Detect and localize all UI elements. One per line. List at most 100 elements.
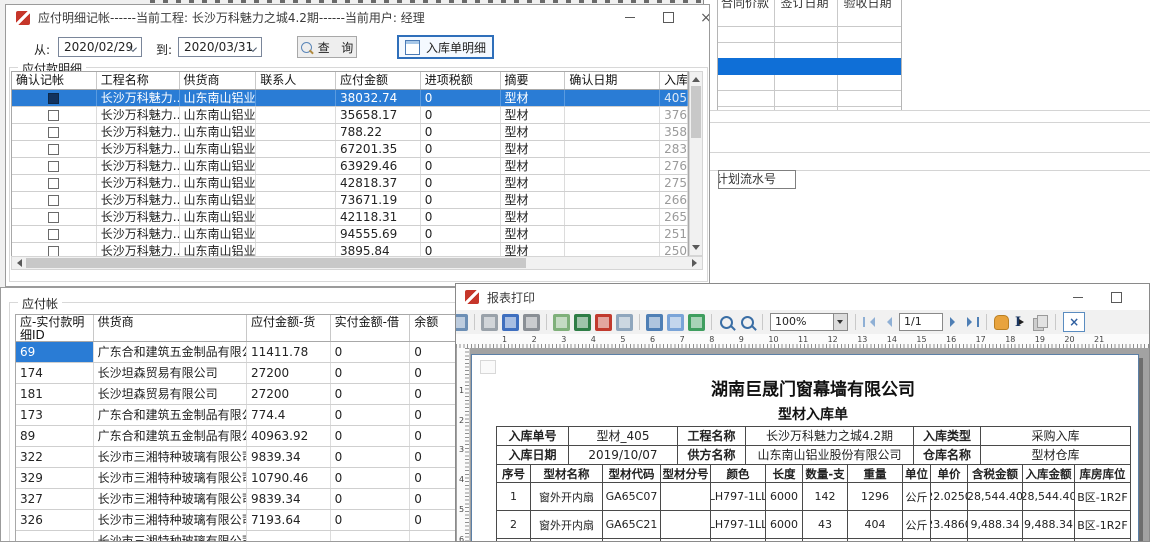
account-grid-row[interactable]: 327长沙市三湘特种玻璃有限公司9839.3400: [16, 489, 457, 510]
confirm-checkbox[interactable]: [48, 127, 59, 138]
tools-icon[interactable]: [523, 314, 540, 331]
to-date-combobox[interactable]: 2020/03/31: [178, 37, 262, 57]
copy-page-icon[interactable]: [1033, 315, 1048, 330]
scroll-down-icon[interactable]: [692, 245, 700, 254]
minimize-button[interactable]: [1060, 285, 1096, 310]
account-grid-row[interactable]: 181长沙坦森贸易有限公司2720000: [16, 384, 457, 405]
grid-cell: 0: [410, 384, 457, 404]
account-grid-row[interactable]: 89广东合和建筑五金制品有限公司40963.9200: [16, 426, 457, 447]
next-page-button[interactable]: [948, 316, 962, 328]
account-grid-row[interactable]: 322长沙市三湘特种玻璃有限公司9839.3400: [16, 447, 457, 468]
payable-grid-row[interactable]: 长沙万科魅力...山东南山铝业...94555.690型材251: [12, 226, 688, 243]
background-grid[interactable]: [717, 0, 902, 110]
pdf-export-icon[interactable]: [595, 314, 612, 331]
grid-header-cell[interactable]: 供货商: [94, 315, 247, 341]
background-grid-row[interactable]: [718, 58, 901, 75]
confirm-checkbox[interactable]: [48, 229, 59, 240]
first-page-button[interactable]: [862, 316, 876, 328]
confirm-checkbox[interactable]: [48, 161, 59, 172]
background-grid-row[interactable]: [718, 26, 901, 43]
printer-icon[interactable]: [481, 314, 498, 331]
grid-header-cell[interactable]: 余额: [410, 315, 457, 341]
plan-serial-field[interactable]: 计划流水号: [718, 170, 796, 189]
payable-grid-row[interactable]: 长沙万科魅力...山东南山铝业...63929.460型材276: [12, 158, 688, 175]
vertical-scrollbar[interactable]: [689, 71, 703, 256]
account-grid-row[interactable]: 长沙市三湘特种玻璃有限公司: [16, 531, 457, 542]
image-export-icon[interactable]: [553, 314, 570, 331]
grid-header-cell[interactable]: 进项税额: [421, 72, 501, 89]
query-button[interactable]: 查 询: [297, 36, 357, 58]
maximize-button[interactable]: [1098, 285, 1134, 310]
close-button[interactable]: ×: [1138, 285, 1150, 310]
zoom-in-icon[interactable]: [720, 316, 733, 329]
horizontal-scrollbar[interactable]: [11, 256, 703, 270]
report-window-titlebar[interactable]: 报表打印: [456, 284, 1149, 310]
payable-grid-row[interactable]: 长沙万科魅力...山东南山铝业...38032.740型材405: [12, 90, 688, 107]
grid-header-cell[interactable]: 入库: [660, 72, 688, 89]
grid-header-cell[interactable]: 供货商: [180, 72, 257, 89]
scrollbar-thumb[interactable]: [691, 86, 701, 138]
payable-grid-row[interactable]: 长沙万科魅力...山东南山铝业...42118.310型材265: [12, 209, 688, 226]
grid-header-cell[interactable]: 工程名称: [97, 72, 180, 89]
background-grid-row[interactable]: [718, 10, 901, 27]
confirm-checkbox[interactable]: [48, 144, 59, 155]
payable-grid-row[interactable]: 长沙万科魅力...山东南山铝业...35658.170型材376: [12, 107, 688, 124]
table-export-icon[interactable]: [688, 314, 705, 331]
from-date-combobox[interactable]: 2020/02/29: [58, 37, 142, 57]
account-grid-header: 应-实付款明细ID供货商应付金额-货实付金额-借余额: [15, 314, 457, 342]
dropdown-arrow-icon[interactable]: [833, 314, 847, 330]
grid-header-cell[interactable]: 联系人: [256, 72, 336, 89]
prev-page-button[interactable]: [880, 316, 894, 328]
scroll-right-icon[interactable]: [692, 259, 701, 267]
account-grid-row[interactable]: 173广东合和建筑五金制品有限公司774.400: [16, 405, 457, 426]
print-setup-icon[interactable]: [646, 314, 663, 331]
account-grid-row[interactable]: 326长沙市三湘特种玻璃有限公司7193.6400: [16, 510, 457, 531]
scroll-left-icon[interactable]: [13, 259, 22, 267]
confirm-checkbox[interactable]: [48, 93, 59, 104]
payable-grid-row[interactable]: 长沙万科魅力...山东南山铝业...73671.190型材266: [12, 192, 688, 209]
grid-header-cell[interactable]: 应付金额: [336, 72, 421, 89]
background-grid-row[interactable]: [718, 90, 901, 107]
scrollbar-thumb[interactable]: [26, 258, 526, 268]
report-cell: 6000: [766, 483, 803, 511]
payable-grid-row[interactable]: 长沙万科魅力...山东南山铝业...67201.350型材283: [12, 141, 688, 158]
minimize-button[interactable]: [612, 5, 648, 30]
close-preview-button[interactable]: ×: [1063, 312, 1085, 332]
account-grid-row[interactable]: 69广东合和建筑五金制品有限公司11411.7800: [16, 342, 457, 363]
confirm-checkbox[interactable]: [48, 212, 59, 223]
background-grid-row[interactable]: [718, 42, 901, 59]
confirm-checkbox[interactable]: [48, 110, 59, 121]
payable-grid-row[interactable]: 长沙万科魅力...山东南山铝业...3895.840型材250: [12, 243, 688, 256]
background-grid-row[interactable]: [718, 74, 901, 91]
preview-window-icon[interactable]: [455, 314, 468, 331]
payable-window-titlebar[interactable]: 应付明细记帐------当前工程: 长沙万科魅力之城4.2期------当前用户…: [6, 5, 709, 30]
close-button[interactable]: ×: [688, 5, 710, 30]
account-grid-row[interactable]: 174长沙坦森贸易有限公司2720000: [16, 363, 457, 384]
text-select-icon[interactable]: I: [1015, 315, 1027, 330]
receipt-detail-button[interactable]: 入库单明细: [397, 35, 494, 59]
hand-tool-icon[interactable]: [994, 315, 1009, 330]
grid-header-cell[interactable]: 应付金额-货: [247, 315, 331, 341]
page-number-box[interactable]: 1/1: [899, 313, 943, 331]
last-page-button[interactable]: [966, 316, 980, 328]
grid-header-cell[interactable]: 应-实付款明细ID: [16, 315, 94, 341]
payable-grid-row[interactable]: 长沙万科魅力...山东南山铝业...42818.370型材275: [12, 175, 688, 192]
payable-grid-row[interactable]: 长沙万科魅力...山东南山铝业...788.220型材358: [12, 124, 688, 141]
grid-header-cell[interactable]: 摘要: [501, 72, 566, 89]
account-grid-row[interactable]: 329长沙市三湘特种玻璃有限公司10790.4600: [16, 468, 457, 489]
confirm-checkbox[interactable]: [48, 195, 59, 206]
zoom-combobox[interactable]: 100%: [770, 313, 848, 331]
book-icon[interactable]: [502, 314, 519, 331]
mail-export-icon[interactable]: [616, 314, 633, 331]
zoom-out-icon[interactable]: [741, 316, 754, 329]
confirm-checkbox[interactable]: [48, 178, 59, 189]
grid-header-cell[interactable]: 实付金额-借: [331, 315, 411, 341]
confirm-checkbox[interactable]: [48, 246, 59, 257]
grid-header-cell[interactable]: 确认记帐: [12, 72, 97, 89]
maximize-button[interactable]: [650, 5, 686, 30]
document-icon[interactable]: [667, 314, 684, 331]
preview-area[interactable]: 123456 湖南巨晟门窗幕墙有限公司 型材入库单 入库单号型材_405工程名称…: [456, 348, 1150, 542]
grid-header-cell[interactable]: 确认日期: [565, 72, 660, 89]
excel-export-icon[interactable]: [574, 314, 591, 331]
scroll-up-icon[interactable]: [692, 73, 700, 82]
